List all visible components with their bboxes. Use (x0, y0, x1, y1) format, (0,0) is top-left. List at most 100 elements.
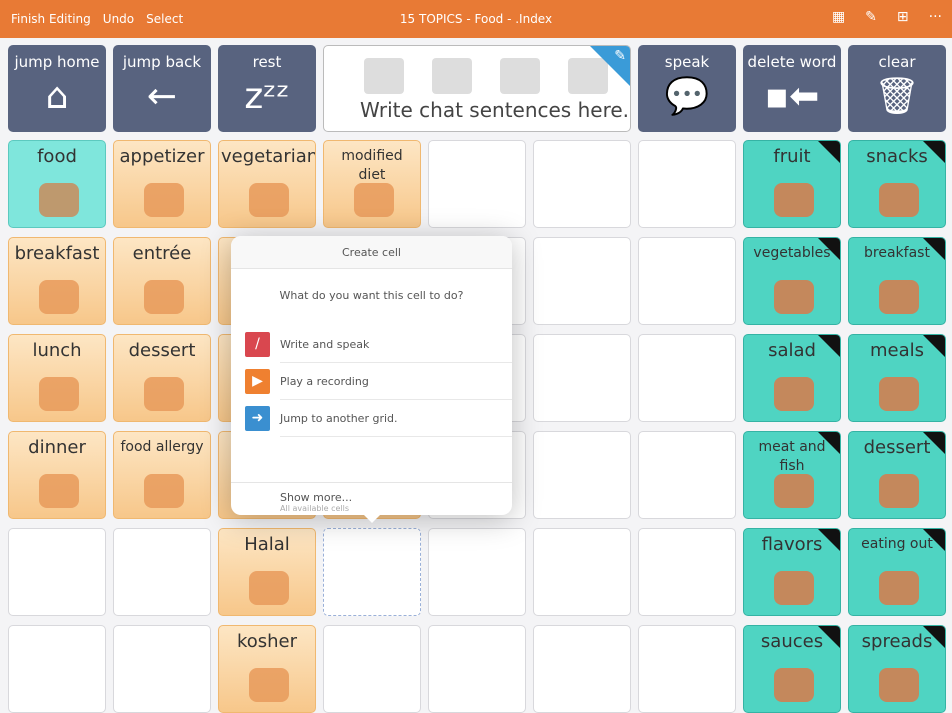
cell-snacks[interactable]: snacks (848, 140, 946, 228)
rest-button[interactable]: rest zᶻᶻ (218, 45, 316, 132)
cell-symbol-image (144, 280, 184, 314)
cell-symbol-image (774, 183, 814, 217)
empty-cell[interactable] (638, 625, 736, 713)
empty-cell[interactable] (638, 140, 736, 228)
cell-appetizer[interactable]: appetizer (113, 140, 211, 228)
cell-label: modified diet (341, 148, 403, 183)
folder-corner (923, 432, 945, 454)
cell-symbol-image (774, 377, 814, 411)
cell-symbol-image (354, 183, 394, 217)
cell-meat-and-fish[interactable]: meat and fish (743, 431, 841, 519)
cell-symbol-image (144, 183, 184, 217)
cell-symbol-image (879, 377, 919, 411)
cell-kosher[interactable]: kosher (218, 625, 316, 713)
paper-image (500, 58, 540, 94)
delete-word-icon: ▪⬅ (764, 76, 820, 117)
cell-vegetables[interactable]: vegetables (743, 237, 841, 325)
cell-dessert[interactable]: dessert (848, 431, 946, 519)
grid-icon[interactable]: ⊞ (897, 9, 909, 25)
cell-food[interactable]: food (8, 140, 106, 228)
empty-cell[interactable] (638, 237, 736, 325)
folder-corner (923, 529, 945, 551)
computer-image (432, 58, 472, 94)
cell-symbol-image (774, 280, 814, 314)
cell-symbol-image (39, 474, 79, 508)
cell-vegetarian[interactable]: vegetarian (218, 140, 316, 228)
cell-symbol-image (249, 668, 289, 702)
show-more-label: Show more... (280, 491, 353, 504)
rest-label: rest (252, 53, 282, 71)
cell-label: lunch (32, 340, 82, 361)
option-label: Play a recording (280, 363, 512, 400)
cell-sauces[interactable]: sauces (743, 625, 841, 713)
pen-icon[interactable]: ✎ (865, 9, 877, 25)
empty-cell[interactable] (428, 140, 526, 228)
cell-dessert[interactable]: dessert (113, 334, 211, 422)
cell-symbol-image (879, 280, 919, 314)
clear-label: clear (878, 53, 916, 71)
more-icon[interactable]: ··· (929, 9, 942, 25)
option-write-and-speak[interactable]: / Write and speak (245, 326, 512, 363)
cell-modified-diet[interactable]: modified diet (323, 140, 421, 228)
create-cell-popup: Create cell What do you want this cell t… (231, 236, 512, 523)
cell-fruit[interactable]: fruit (743, 140, 841, 228)
cell-label: breakfast (14, 243, 100, 264)
empty-cell[interactable] (533, 431, 631, 519)
jump-back-button[interactable]: jump back ← (113, 45, 211, 132)
empty-cell[interactable] (323, 625, 421, 713)
speak-button[interactable]: speak 💬 (638, 45, 736, 132)
empty-cell[interactable] (533, 528, 631, 616)
delete-word-label: delete word (747, 53, 837, 71)
empty-cell[interactable] (533, 140, 631, 228)
clear-icon: 🗑 (874, 76, 920, 117)
cell-label: Halal (244, 534, 290, 555)
empty-cell[interactable] (533, 334, 631, 422)
pencil-icon[interactable]: ✎ (614, 48, 626, 64)
page-title: 15 TOPICS - Food - .Index (399, 12, 553, 26)
cell-breakfast[interactable]: breakfast (8, 237, 106, 325)
empty-cell[interactable] (638, 431, 736, 519)
empty-cell[interactable] (638, 528, 736, 616)
empty-cell[interactable] (638, 334, 736, 422)
empty-cell[interactable] (533, 237, 631, 325)
folder-corner (923, 626, 945, 648)
cell-eating-out[interactable]: eating out (848, 528, 946, 616)
jump-home-icon: ⌂ (45, 76, 69, 117)
folder-corner (818, 141, 840, 163)
empty-cell[interactable] (8, 528, 106, 616)
empty-cell[interactable] (113, 528, 211, 616)
option-jump-to-another-grid[interactable]: ➜ Jump to another grid. (245, 400, 512, 437)
speak-icon: 💬 (664, 76, 710, 117)
cell-lunch[interactable]: lunch (8, 334, 106, 422)
cell-flavors[interactable]: flavors (743, 528, 841, 616)
cell-breakfast[interactable]: breakfast (848, 237, 946, 325)
folder-corner (923, 335, 945, 357)
empty-cell[interactable] (323, 528, 421, 616)
cell-entr-e[interactable]: entrée (113, 237, 211, 325)
jump-back-icon: ← (146, 76, 178, 117)
empty-cell[interactable] (428, 625, 526, 713)
empty-cell[interactable] (428, 528, 526, 616)
cell-label: entrée (132, 243, 192, 264)
empty-cell[interactable] (113, 625, 211, 713)
delete-word-button[interactable]: delete word ▪⬅ (743, 45, 841, 132)
cell-spreads[interactable]: spreads (848, 625, 946, 713)
cell-symbol-image (249, 571, 289, 605)
empty-cell[interactable] (8, 625, 106, 713)
option-play-a-recording[interactable]: ▶ Play a recording (245, 363, 512, 400)
option-icon: ➜ (245, 406, 270, 431)
cell-food-allergy[interactable]: food allergy (113, 431, 211, 519)
table-icon[interactable]: ▦ (832, 9, 845, 25)
cell-halal[interactable]: Halal (218, 528, 316, 616)
clear-button[interactable]: clear 🗑 (848, 45, 946, 132)
cell-symbol-image (249, 183, 289, 217)
folder-corner (818, 529, 840, 551)
show-more-button[interactable]: Show more... All available cells (231, 482, 512, 513)
jump-home-button[interactable]: jump home ⌂ (8, 45, 106, 132)
cell-meals[interactable]: meals (848, 334, 946, 422)
cell-salad[interactable]: salad (743, 334, 841, 422)
folder-corner (818, 238, 840, 260)
cell-dinner[interactable]: dinner (8, 431, 106, 519)
message-bar[interactable]: Write chat sentences here. ✎ (323, 45, 631, 132)
empty-cell[interactable] (533, 625, 631, 713)
